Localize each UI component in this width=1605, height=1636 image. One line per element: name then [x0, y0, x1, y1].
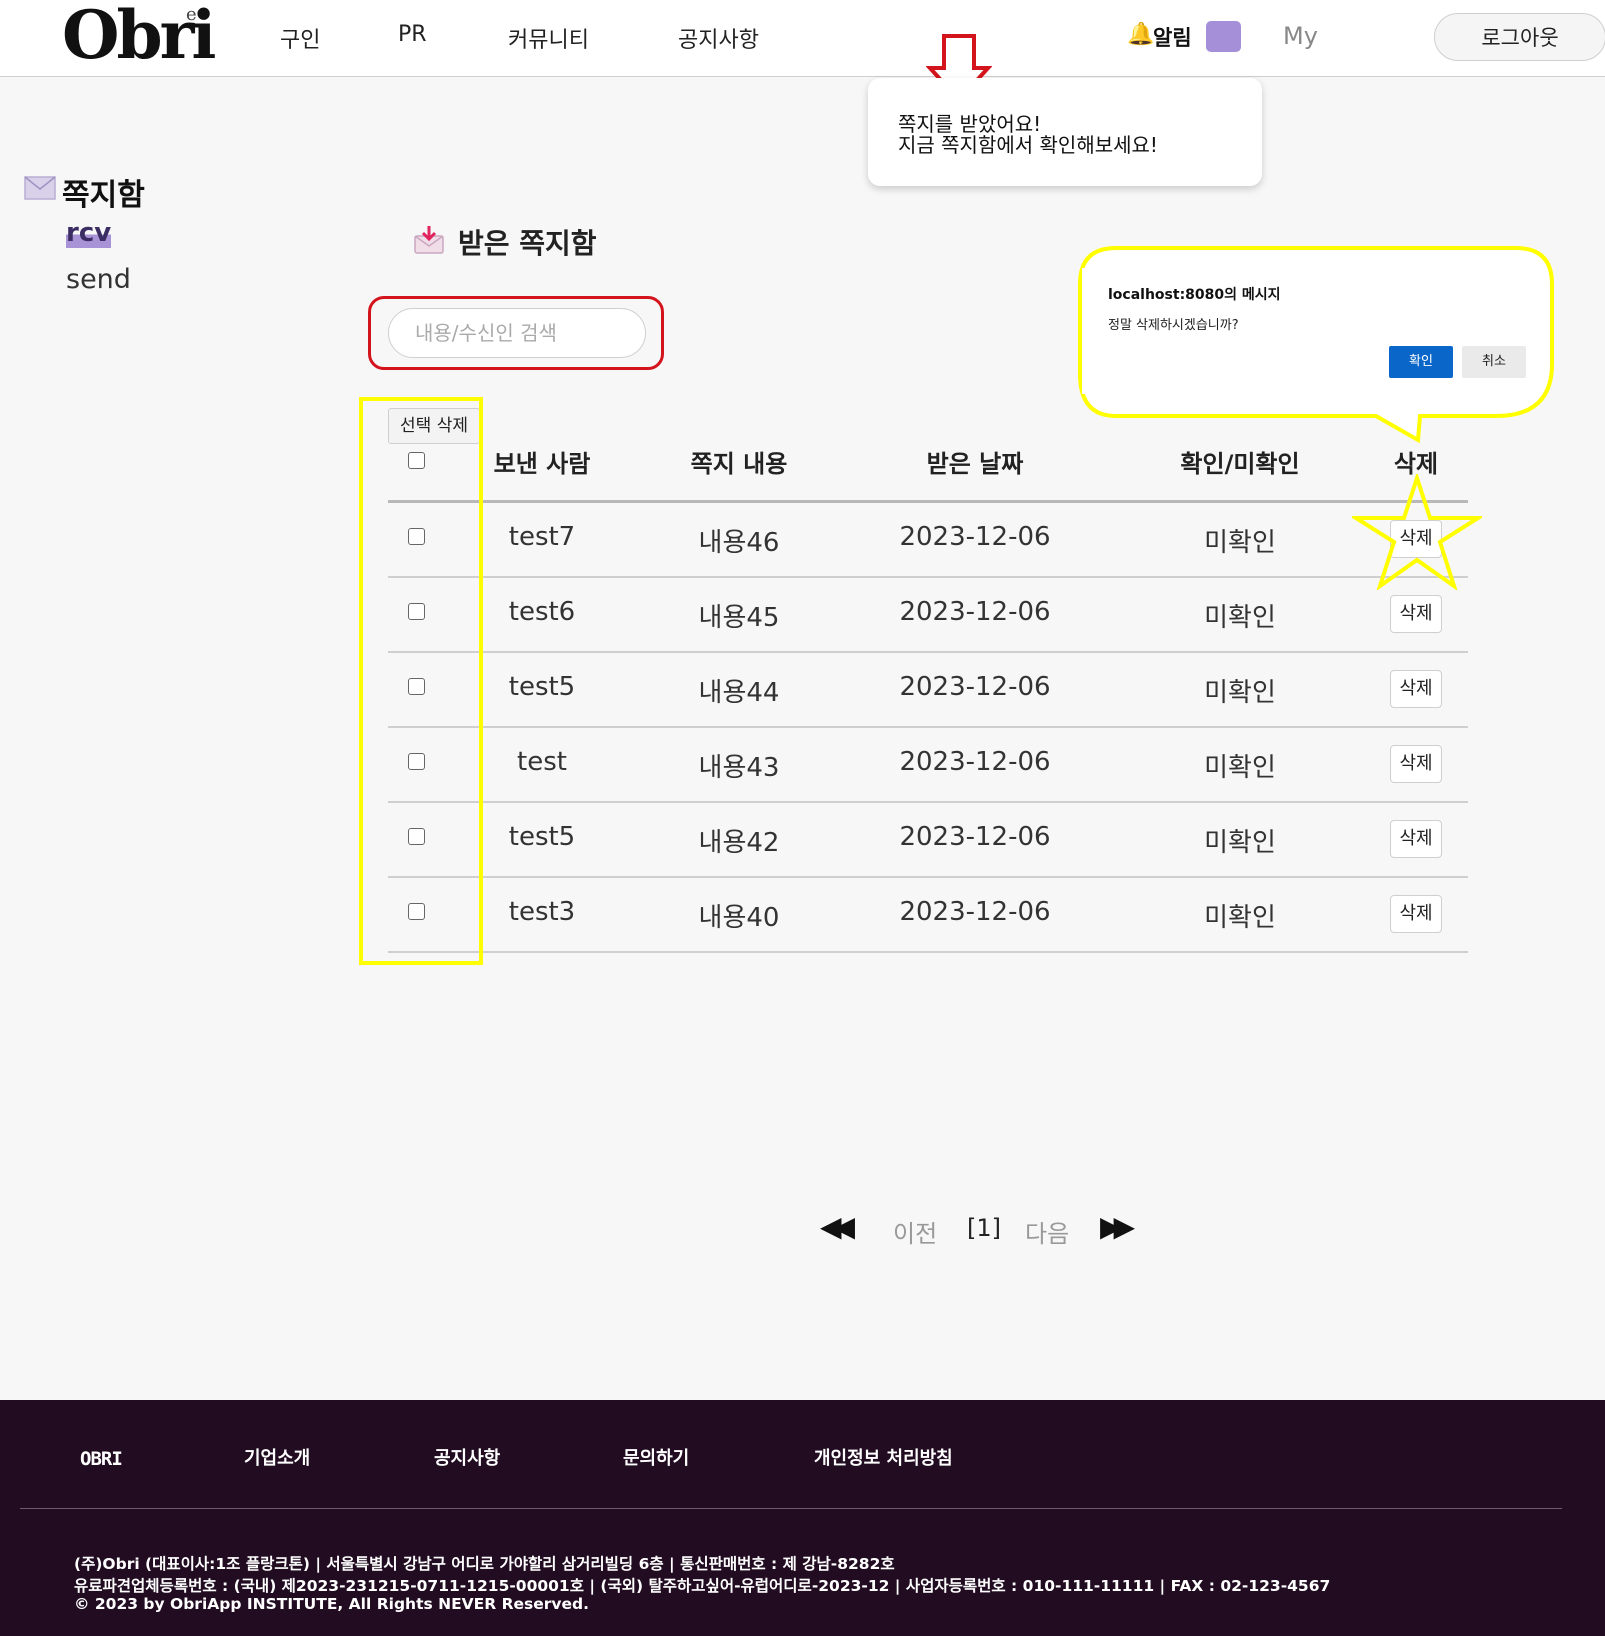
my-page-link[interactable]: My — [1283, 22, 1318, 50]
footer-link-contact[interactable]: 문의하기 — [623, 1444, 689, 1470]
logo-superscript: e — [186, 4, 197, 25]
footer-link-about[interactable]: 기업소개 — [244, 1444, 310, 1470]
select-delete-button[interactable]: 선택 삭제 — [388, 408, 480, 444]
row-content[interactable]: 내용42 — [664, 822, 814, 859]
row-checkbox[interactable] — [408, 678, 425, 695]
delete-button[interactable]: 삭제 — [1390, 520, 1442, 558]
row-date: 2023-12-06 — [899, 522, 1051, 552]
top-header: Obri e 구인 PR 커뮤니티 공지사항 🔔 알림 My 로그아웃 — [0, 0, 1605, 77]
row-status: 미확인 — [1204, 828, 1276, 858]
row-sender: test5 — [508, 822, 576, 852]
row-sender: test6 — [508, 597, 576, 627]
table-row: test5 내용44 2023-12-06 미확인 삭제 — [388, 652, 1468, 728]
page-title: 받은 쪽지함 — [458, 227, 597, 260]
row-checkbox[interactable] — [408, 528, 425, 545]
message-received-popup[interactable]: 쪽지를 받았어요! 지금 쪽지함에서 확인해보세요! — [868, 78, 1262, 186]
column-header-content: 쪽지 내용 — [690, 450, 788, 478]
footer-company-info: (주)Obri (대표이사:1조 플랑크톤) | 서울특별시 강남구 어디로 가… — [74, 1555, 895, 1573]
notification-link[interactable]: 알림 — [1153, 22, 1192, 52]
row-status: 미확인 — [1204, 603, 1276, 633]
nav-notice[interactable]: 공지사항 — [678, 22, 759, 54]
row-date: 2023-12-06 — [899, 897, 1051, 927]
row-status: 미확인 — [1204, 528, 1276, 558]
nav-community[interactable]: 커뮤니티 — [508, 22, 589, 54]
row-sender: test — [517, 747, 567, 777]
prev-page-link[interactable]: 이전 — [893, 1214, 937, 1249]
table-row: test6 내용45 2023-12-06 미확인 삭제 — [388, 577, 1468, 653]
footer: OBRI 기업소개 공지사항 문의하기 개인정보 처리방침 (주)Obri (대… — [0, 1400, 1605, 1636]
row-date: 2023-12-06 — [899, 597, 1051, 627]
row-status: 미확인 — [1204, 903, 1276, 933]
row-content[interactable]: 내용44 — [664, 672, 814, 709]
row-checkbox[interactable] — [408, 828, 425, 845]
row-date: 2023-12-06 — [899, 822, 1051, 852]
row-sender: test7 — [508, 522, 576, 552]
row-date: 2023-12-06 — [899, 747, 1051, 777]
delete-button[interactable]: 삭제 — [1390, 670, 1442, 708]
search-input[interactable] — [388, 308, 646, 358]
row-content[interactable]: 내용46 — [664, 522, 814, 559]
select-all-checkbox[interactable] — [408, 452, 425, 469]
last-page-icon[interactable]: ▶▶ — [1100, 1210, 1135, 1243]
sidebar-item-send[interactable]: send — [66, 264, 131, 295]
row-date: 2023-12-06 — [899, 672, 1051, 702]
footer-divider — [20, 1508, 1562, 1509]
dialog-title: localhost:8080의 메시지 — [1108, 287, 1281, 303]
column-header-sender: 보낸 사람 — [493, 450, 591, 478]
row-checkbox[interactable] — [408, 753, 425, 770]
avatar[interactable] — [1206, 21, 1241, 52]
table-row: test5 내용42 2023-12-06 미확인 삭제 — [388, 802, 1468, 878]
column-header-delete: 삭제 — [1393, 450, 1439, 478]
nav-jobs[interactable]: 구인 — [280, 22, 320, 54]
row-checkbox[interactable] — [408, 903, 425, 920]
envelope-icon — [24, 176, 56, 200]
footer-link-notice[interactable]: 공지사항 — [434, 1444, 500, 1470]
sidebar-item-rcv[interactable]: rcv — [66, 218, 112, 248]
row-content[interactable]: 내용40 — [664, 897, 814, 934]
footer-link-privacy[interactable]: 개인정보 처리방침 — [814, 1444, 953, 1470]
confirm-dialog: localhost:8080의 메시지 정말 삭제하시겠습니까? 확인 취소 — [1082, 268, 1542, 394]
table-row: test 내용43 2023-12-06 미확인 삭제 — [388, 727, 1468, 803]
footer-copyright: © 2023 by ObriApp INSTITUTE, All Rights … — [74, 1595, 590, 1613]
delete-button[interactable]: 삭제 — [1390, 820, 1442, 858]
dialog-cancel-button[interactable]: 취소 — [1462, 346, 1526, 378]
row-sender: test3 — [508, 897, 576, 927]
table-row: test3 내용40 2023-12-06 미확인 삭제 — [388, 877, 1468, 953]
footer-logo[interactable]: OBRI — [80, 1448, 123, 1470]
next-page-link[interactable]: 다음 — [1025, 1214, 1069, 1249]
delete-button[interactable]: 삭제 — [1390, 745, 1442, 783]
popup-message: 쪽지를 받았어요! 지금 쪽지함에서 확인해보세요! — [898, 112, 1158, 157]
sidebar-title: 쪽지함 — [62, 178, 145, 213]
nav-pr[interactable]: PR — [398, 22, 427, 47]
column-header-date: 받은 날짜 — [926, 450, 1024, 478]
footer-registration-info: 유료파견업체등록번호 : (국내) 제2023-231215-0711-1215… — [74, 1577, 1331, 1595]
dialog-message: 정말 삭제하시겠습니까? — [1108, 318, 1239, 333]
inbox-download-icon — [414, 226, 444, 254]
first-page-icon[interactable]: ◀◀ — [820, 1210, 855, 1243]
row-sender: test5 — [508, 672, 576, 702]
logout-button[interactable]: 로그아웃 — [1434, 13, 1605, 61]
delete-button[interactable]: 삭제 — [1390, 895, 1442, 933]
row-checkbox[interactable] — [408, 603, 425, 620]
table-row: test7 내용46 2023-12-06 미확인 삭제 — [388, 502, 1468, 578]
row-status: 미확인 — [1204, 678, 1276, 708]
current-page[interactable]: [1] — [967, 1214, 1001, 1242]
dialog-ok-button[interactable]: 확인 — [1389, 346, 1453, 378]
bell-icon[interactable]: 🔔 — [1127, 22, 1154, 47]
row-content[interactable]: 내용45 — [664, 597, 814, 634]
row-status: 미확인 — [1204, 753, 1276, 783]
delete-button[interactable]: 삭제 — [1390, 595, 1442, 633]
column-header-status: 확인/미확인 — [1180, 450, 1300, 478]
row-content[interactable]: 내용43 — [664, 747, 814, 784]
